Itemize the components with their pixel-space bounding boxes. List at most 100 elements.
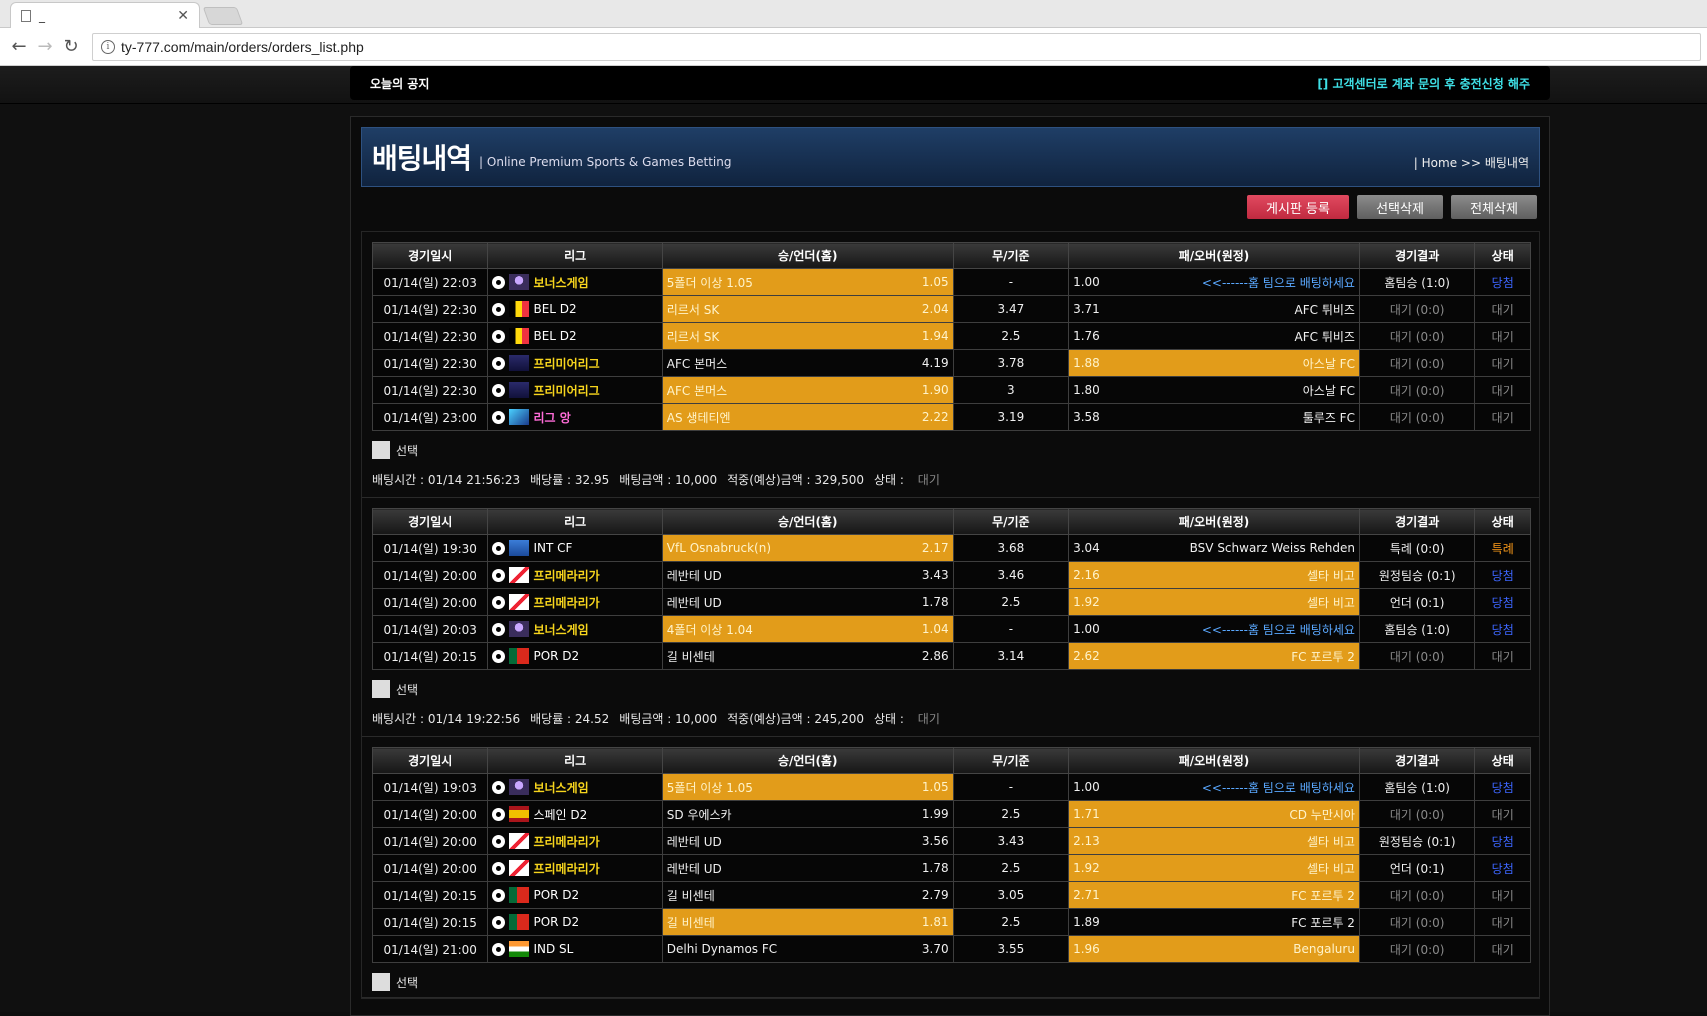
delete-selected-button[interactable]: 선택삭제	[1357, 195, 1443, 219]
table-row[interactable]: 01/14(일) 20:00 프리메라리가 레반테 UD 3.56 3.43 2.13 셀타…	[371, 827, 1531, 855]
table-row[interactable]: 01/14(일) 20:15 POR D2 길 비센테 2.86 3.14 2.62 FC …	[371, 642, 1531, 670]
home-pick-cell[interactable]: 리르서 SK 2.04	[661, 295, 954, 323]
home-wrap: 5폴더 이상 1.05 1.05	[667, 779, 949, 796]
status-badge: 대기	[1474, 295, 1531, 323]
away-pick-cell[interactable]: 1.88 아스날 FC	[1068, 349, 1360, 377]
home-pick-cell[interactable]: 리르서 SK 1.94	[661, 322, 954, 350]
away-pick-cell[interactable]: 1.92 셀타 비고	[1068, 854, 1360, 882]
league-cell: 스페인 D2	[487, 800, 663, 828]
away-pick-cell[interactable]: 1.00 <<------홈 팀으로 배팅하세요	[1068, 773, 1360, 801]
away-pick-cell[interactable]: 3.71 AFC 튀비즈	[1068, 295, 1360, 323]
home-pick-cell[interactable]: 4폴더 이상 1.04 1.04	[661, 615, 954, 643]
draw-odds[interactable]: -	[952, 268, 1070, 296]
table-row[interactable]: 01/14(일) 22:30 프리미어리그 AFC 본머스 4.19 3.78 1.88 아…	[371, 349, 1531, 377]
table-row[interactable]: 01/14(일) 22:03 보너스게임 5폴더 이상 1.05 1.05-1.00 <…	[371, 268, 1531, 296]
draw-odds[interactable]: 2.5	[952, 908, 1070, 936]
home-pick-cell[interactable]: AS 생테티엔 2.22	[661, 403, 954, 431]
address-bar[interactable]: i ty-777.com/main/orders/orders_list.php	[92, 32, 1701, 61]
home-pick-cell[interactable]: 레반테 UD 1.78	[661, 588, 954, 616]
draw-odds[interactable]: 2.5	[952, 322, 1070, 350]
table-row[interactable]: 01/14(일) 20:15 POR D2 길 비센테 2.79 3.05 2.71 FC …	[371, 881, 1531, 909]
home-pick-cell[interactable]: 길 비센테 1.81	[661, 908, 954, 936]
table-row[interactable]: 01/14(일) 23:00 리그 앙 AS 생테티엔 2.22 3.19 3.58 툴루즈…	[371, 403, 1531, 431]
select-checkbox[interactable]	[372, 441, 390, 459]
column-header: 승/언더(홈)	[661, 242, 954, 269]
league-cell: IND SL	[487, 935, 663, 963]
select-checkbox[interactable]	[372, 680, 390, 698]
home-pick-cell[interactable]: AFC 본머스 4.19	[661, 349, 954, 377]
away-pick-cell[interactable]: 1.89 FC 포르투 2	[1068, 908, 1360, 936]
league-cell: 보너스게임	[487, 773, 663, 801]
notice-marquee[interactable]: [] 고객센터로 계좌 문의 후 충전신청 해주	[530, 75, 1550, 92]
draw-odds[interactable]: -	[952, 615, 1070, 643]
home-pick-cell[interactable]: SD 우에스카 1.99	[661, 800, 954, 828]
away-pick-cell[interactable]: 1.76 AFC 튀비즈	[1068, 322, 1360, 350]
draw-odds[interactable]: -	[952, 773, 1070, 801]
away-pick-cell[interactable]: 1.00 <<------홈 팀으로 배팅하세요	[1068, 615, 1360, 643]
draw-odds[interactable]: 3.05	[952, 881, 1070, 909]
status-badge: 대기	[1474, 908, 1531, 936]
info-icon[interactable]: i	[101, 39, 115, 54]
table-row[interactable]: 01/14(일) 20:00 프리메라리가 레반테 UD 1.78 2.5 1.92 셀타 …	[371, 854, 1531, 882]
delete-all-button[interactable]: 전체삭제	[1451, 195, 1537, 219]
table-row[interactable]: 01/14(일) 22:30 프리미어리그 AFC 본머스 1.90 3 1.80 아스날 …	[371, 376, 1531, 404]
close-tab-icon[interactable]: ✕	[177, 8, 189, 24]
draw-odds[interactable]: 3.19	[952, 403, 1070, 431]
draw-odds[interactable]: 3.47	[952, 295, 1070, 323]
draw-odds[interactable]: 3.55	[952, 935, 1070, 963]
new-tab-button[interactable]	[202, 7, 244, 25]
away-pick-cell[interactable]: 2.71 FC 포르투 2	[1068, 881, 1360, 909]
home-pick-cell[interactable]: 5폴더 이상 1.05 1.05	[661, 268, 954, 296]
tab-title: _	[39, 8, 45, 23]
away-pick-cell[interactable]: 2.16 셀타 비고	[1068, 561, 1360, 589]
draw-odds[interactable]: 3.78	[952, 349, 1070, 377]
home-team: AS 생테티엔	[666, 410, 731, 425]
away-pick-cell[interactable]: 1.92 셀타 비고	[1068, 588, 1360, 616]
away-pick-cell[interactable]: 2.62 FC 포르투 2	[1068, 642, 1360, 670]
table-row[interactable]: 01/14(일) 19:30 INT CF VfL Osnabruck(n) 2.17…	[371, 534, 1531, 562]
draw-odds[interactable]: 3.14	[952, 642, 1070, 670]
table-row[interactable]: 01/14(일) 20:00 스페인 D2 SD 우에스카 1.99 2.5 1.71 CD…	[371, 800, 1531, 828]
browser-tab[interactable]: _ ✕	[10, 2, 200, 28]
table-row[interactable]: 01/14(일) 20:03 보너스게임 4폴더 이상 1.04 1.04-1.00 <…	[371, 615, 1531, 643]
table-row[interactable]: 01/14(일) 20:00 프리메라리가 레반테 UD 1.78 2.5 1.92 셀타 …	[371, 588, 1531, 616]
draw-odds[interactable]: 3.68	[952, 534, 1070, 562]
home-pick-cell[interactable]: 길 비센테 2.86	[661, 642, 954, 670]
away-pick-cell[interactable]: 2.13 셀타 비고	[1068, 827, 1360, 855]
draw-odds[interactable]: 3.43	[952, 827, 1070, 855]
draw-odds[interactable]: 3.46	[952, 561, 1070, 589]
home-pick-cell[interactable]: 레반테 UD 3.43	[661, 561, 954, 589]
table-row[interactable]: 01/14(일) 19:03 보너스게임 5폴더 이상 1.05 1.05-1.00 <…	[371, 773, 1531, 801]
away-pick-cell[interactable]: 1.80 아스날 FC	[1068, 376, 1360, 404]
table-row[interactable]: 01/14(일) 22:30 BEL D2 리르서 SK 2.04 3.47 3.71 AF…	[371, 295, 1531, 323]
breadcrumb[interactable]: | Home >> 배팅내역	[1414, 154, 1529, 171]
draw-odds[interactable]: 3	[952, 376, 1070, 404]
match-date: 01/14(일) 22:30	[371, 349, 489, 377]
away-pick-cell[interactable]: 3.04 BSV Schwarz Weiss Rehden	[1068, 534, 1360, 562]
table-row[interactable]: 01/14(일) 20:15 POR D2 길 비센테 1.81 2.5 1.89 FC 포…	[371, 908, 1531, 936]
forward-arrow-icon[interactable]: →	[32, 34, 58, 60]
register-post-button[interactable]: 게시판 등록	[1247, 195, 1349, 219]
reload-icon[interactable]: ↻	[58, 34, 84, 60]
table-row[interactable]: 01/14(일) 22:30 BEL D2 리르서 SK 1.94 2.5 1.76 AFC…	[371, 322, 1531, 350]
home-pick-cell[interactable]: 레반테 UD 1.78	[661, 854, 954, 882]
home-pick-cell[interactable]: AFC 본머스 1.90	[661, 376, 954, 404]
away-pick-cell[interactable]: 3.58 툴루즈 FC	[1068, 403, 1360, 431]
draw-odds[interactable]: 2.5	[952, 800, 1070, 828]
home-pick-cell[interactable]: 길 비센테 2.79	[661, 881, 954, 909]
select-checkbox[interactable]	[372, 973, 390, 991]
draw-odds[interactable]: 2.5	[952, 854, 1070, 882]
away-pick-cell[interactable]: 1.00 <<------홈 팀으로 배팅하세요	[1068, 268, 1360, 296]
home-pick-cell[interactable]: 5폴더 이상 1.05 1.05	[661, 773, 954, 801]
away-pick-cell[interactable]: 1.96 Bengaluru	[1068, 935, 1360, 963]
home-pick-cell[interactable]: VfL Osnabruck(n) 2.17	[661, 534, 954, 562]
table-row[interactable]: 01/14(일) 20:00 프리메라리가 레반테 UD 3.43 3.46 2.16 셀타…	[371, 561, 1531, 589]
soccer-ball-icon	[492, 834, 506, 848]
home-pick-cell[interactable]: 레반테 UD 3.56	[661, 827, 954, 855]
home-pick-cell[interactable]: Delhi Dynamos FC 3.70	[661, 935, 954, 963]
away-pick-cell[interactable]: 1.71 CD 누만시아	[1068, 800, 1360, 828]
back-arrow-icon[interactable]: ←	[6, 34, 32, 60]
away-odds: 3.04	[1073, 541, 1100, 555]
draw-odds[interactable]: 2.5	[952, 588, 1070, 616]
table-row[interactable]: 01/14(일) 21:00 IND SL Delhi Dynamos FC 3.70…	[371, 935, 1531, 963]
